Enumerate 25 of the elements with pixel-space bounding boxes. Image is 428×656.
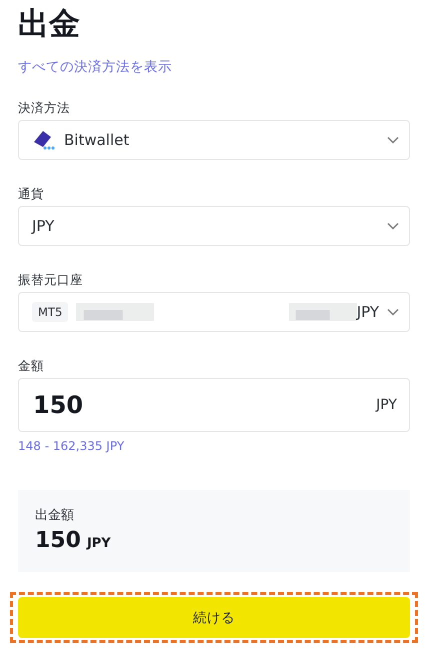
summary-amount: 150	[35, 527, 81, 555]
select-field[interactable]: Bitwallet	[18, 120, 410, 160]
chevron-down-icon	[387, 136, 399, 144]
select-value: Bitwallet	[64, 131, 130, 149]
field-label: 振替元口座	[18, 272, 83, 288]
account-select[interactable]: MT5 JPY	[18, 292, 410, 332]
page-title: 出金	[18, 5, 81, 44]
summary-label: 出金額	[35, 507, 74, 525]
select-value: JPY	[32, 217, 54, 235]
select-field[interactable]: JPY	[18, 206, 410, 246]
platform-tag: MT5	[32, 302, 68, 322]
blurred-text	[288, 301, 357, 323]
field-label: 金額	[18, 358, 44, 374]
amount-range-hint: 148 - 162,335 JPY	[18, 438, 124, 454]
field-label: 決済方法	[18, 100, 70, 116]
all-methods-link[interactable]: すべての決済方法を表示	[18, 58, 172, 76]
account-currency: JPY	[356, 303, 379, 321]
amount-field[interactable]: 150 JPY	[18, 378, 410, 432]
amount-input[interactable]: 150	[33, 391, 376, 419]
chevron-down-icon	[387, 308, 399, 316]
field-label: 通貨	[18, 186, 44, 202]
summary-currency: JPY	[86, 535, 111, 553]
continue-button[interactable]: 続ける	[18, 597, 410, 638]
currency-suffix: JPY	[376, 397, 397, 413]
chevron-down-icon	[387, 222, 399, 230]
